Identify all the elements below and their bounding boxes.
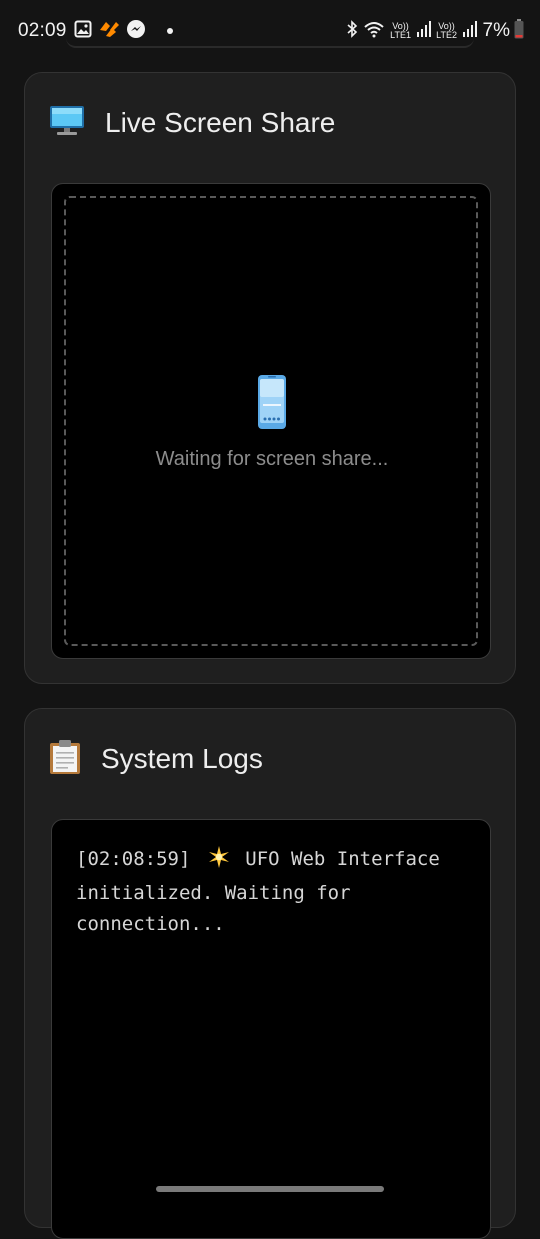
clipboard-icon bbox=[49, 739, 81, 780]
screen-share-card: Live Screen Share Waiting for screen sha… bbox=[24, 72, 516, 684]
system-logs-header: System Logs bbox=[49, 739, 263, 779]
home-gesture-bar[interactable] bbox=[156, 1186, 384, 1192]
waiting-message: Waiting for screen share... bbox=[155, 448, 389, 470]
status-bar: 02:09 Vo)) LTE1 Vo)) LTE2 7% bbox=[0, 0, 540, 62]
battery-icon bbox=[514, 18, 524, 44]
battery-percent: 7% bbox=[482, 20, 510, 41]
screen-share-header: Live Screen Share bbox=[49, 103, 335, 143]
screen-share-title: Live Screen Share bbox=[105, 107, 336, 138]
log-entry: [02:08:59] UFO Web Interface initialized… bbox=[76, 844, 476, 940]
mobile-phone-icon bbox=[257, 374, 287, 430]
status-time: 02:09 bbox=[18, 20, 67, 41]
log-console[interactable]: [02:08:59] UFO Web Interface initialized… bbox=[51, 819, 491, 1239]
sparkle-icon bbox=[208, 846, 230, 878]
screen-share-viewport: Waiting for screen share... bbox=[51, 183, 491, 659]
system-logs-card: System Logs [02:08:59] UFO Web Interface… bbox=[24, 708, 516, 1239]
log-timestamp: [02:08:59] bbox=[76, 848, 191, 870]
collapsed-header-edge bbox=[66, 36, 474, 48]
system-logs-title: System Logs bbox=[101, 743, 263, 774]
desktop-monitor-icon bbox=[49, 105, 85, 142]
